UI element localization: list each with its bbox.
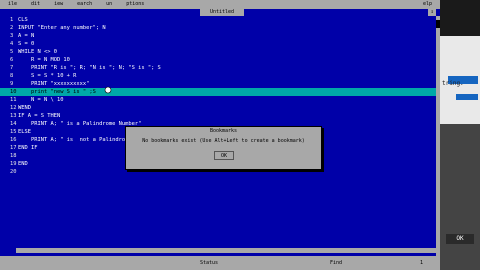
line-code: S = S * 10 + R	[18, 73, 77, 79]
qbasic-screen: ile dit iew earch un ptions elp Untitled…	[0, 0, 440, 270]
status-label: Status	[200, 260, 219, 266]
menu-help[interactable]: elp	[423, 0, 440, 8]
line-code: INPUT "Enter any number"; N	[18, 25, 106, 31]
line-number: 19	[10, 161, 17, 167]
code-line[interactable]: 5 WHILE N <> 0	[0, 48, 436, 56]
line-code: END	[18, 161, 28, 167]
line-code: PRINT "xxxxxxxxxx"	[18, 81, 90, 87]
line-number: 3	[10, 33, 14, 39]
line-code: END IF	[18, 145, 38, 151]
line-code: R = N MOD 10	[18, 57, 70, 63]
line-code: ELSE	[18, 129, 31, 135]
line-number: 13	[10, 113, 17, 119]
code-line[interactable]: 7 PRINT "R is "; R; "N is "; N; "S is ";…	[0, 64, 436, 72]
mouse-cursor-icon	[104, 86, 112, 94]
background-panel: tring.	[440, 36, 480, 124]
code-line[interactable]: 12 WEND	[0, 104, 436, 112]
dialog-ok-button[interactable]: OK	[214, 151, 234, 160]
code-line[interactable]: 2 INPUT "Enter any number"; N	[0, 24, 436, 32]
line-code: A = N	[18, 33, 35, 39]
background-window: tring. OK	[440, 0, 480, 270]
menu-run[interactable]: un	[106, 0, 112, 8]
line-code: PRINT "R is "; R; "N is "; N; "S is "; S	[18, 65, 161, 71]
menu-options[interactable]: ptions	[126, 0, 144, 8]
line-code: PRINT A; " is a Palindrome Number"	[18, 121, 142, 127]
dialog-message: No bookmarks exist (Use Alt+Left to crea…	[142, 138, 305, 144]
line-number: 7	[10, 65, 14, 71]
line-number: 20	[10, 169, 17, 175]
code-line[interactable]: 10 print "new S is " ;S	[0, 88, 436, 96]
background-ok-button[interactable]: OK	[446, 234, 474, 244]
line-number: 10	[10, 89, 17, 95]
line-code: WHILE N <> 0	[18, 49, 57, 55]
line-number: 5	[10, 49, 14, 55]
line-number: 9	[10, 81, 14, 87]
background-blue-bar	[456, 94, 478, 100]
line-number: 14	[10, 121, 17, 127]
line-number: 2	[10, 25, 14, 31]
dialog-title: Bookmarks	[209, 128, 238, 134]
code-line[interactable]: 9 PRINT "xxxxxxxxxx"	[0, 80, 436, 88]
menu-bar: ile dit iew earch un ptions elp	[0, 0, 440, 8]
window-title: Untitled	[200, 8, 244, 16]
line-code: WEND	[18, 105, 31, 111]
line-number: 11	[10, 97, 17, 103]
code-line[interactable]: 6 R = N MOD 10	[0, 56, 436, 64]
line-number: 1	[10, 17, 14, 23]
status-bar: Status Find 1	[0, 256, 440, 270]
line-code: IF A = S THEN	[18, 113, 61, 119]
line-number: 18	[10, 153, 17, 159]
horizontal-scrollbar[interactable]	[16, 248, 436, 253]
status-position: Find	[330, 260, 343, 266]
line-number: 8	[10, 73, 14, 79]
window-title-bar: Untitled ↕	[0, 8, 440, 16]
menu-search[interactable]: earch	[77, 0, 92, 8]
background-dark-area	[440, 0, 480, 36]
code-line[interactable]: 8 S = S * 10 + R	[0, 72, 436, 80]
line-code: print "new S is " ;S	[18, 89, 96, 95]
code-line[interactable]: 4 S = 0	[0, 40, 436, 48]
bookmarks-dialog: Bookmarks No bookmarks exist (Use Alt+Le…	[125, 126, 322, 170]
code-line[interactable]: 1 CLS	[0, 16, 436, 24]
line-number: 6	[10, 57, 14, 63]
menu-view[interactable]: iew	[54, 0, 63, 8]
status-mode: 1	[420, 260, 424, 266]
line-code: CLS	[18, 17, 28, 23]
line-number: 4	[10, 41, 14, 47]
background-text: tring.	[442, 80, 464, 87]
line-code: S = 0	[18, 41, 35, 47]
code-line[interactable]: 11 N = N \ 10	[0, 96, 436, 104]
code-line[interactable]: 13 IF A = S THEN	[0, 112, 436, 120]
maximize-icon[interactable]: ↕	[428, 8, 436, 16]
line-number: 12	[10, 105, 17, 111]
code-line[interactable]: 3 A = N	[0, 32, 436, 40]
menu-edit[interactable]: dit	[31, 0, 40, 8]
line-number: 17	[10, 145, 17, 151]
line-number: 16	[10, 137, 17, 143]
line-number: 15	[10, 129, 17, 135]
menu-file[interactable]: ile	[8, 0, 17, 8]
line-code: N = N \ 10	[18, 97, 64, 103]
